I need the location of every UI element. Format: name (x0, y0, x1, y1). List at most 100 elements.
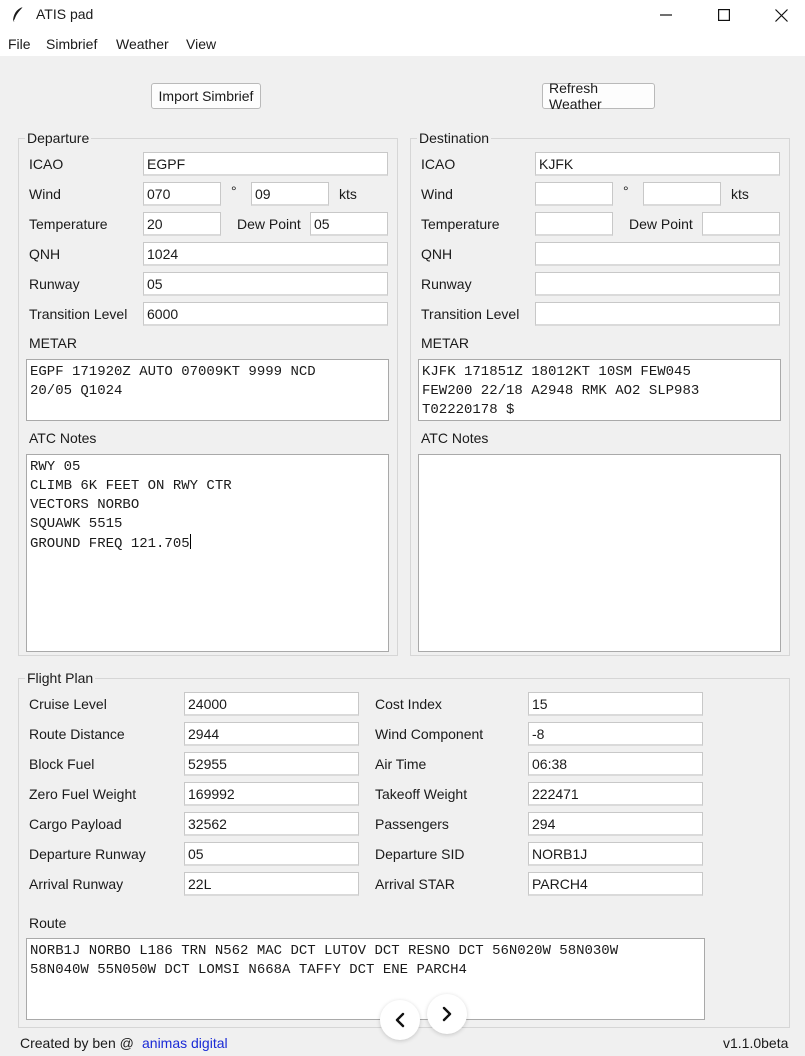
flight-plan-field[interactable]: 222471 (528, 782, 703, 806)
flight-plan-field[interactable]: 169992 (184, 782, 359, 806)
flight-plan-field[interactable]: 22L (184, 872, 359, 896)
destination-transition-level-field[interactable] (535, 302, 780, 326)
minimize-icon (660, 14, 672, 16)
flight-plan-field[interactable]: 15 (528, 692, 703, 716)
destination-kts-label: kts (731, 186, 749, 202)
flight-plan-label: Route Distance (29, 726, 125, 742)
departure-temperature-label: Temperature (29, 216, 108, 232)
departure-wind-speed-field[interactable]: 09 (251, 182, 329, 206)
destination-title: Destination (417, 130, 492, 146)
flight-plan-field[interactable]: 52955 (184, 752, 359, 776)
route-label: Route (29, 915, 67, 931)
destination-runway-label: Runway (421, 276, 472, 292)
maximize-icon (718, 9, 730, 21)
departure-qnh-field[interactable]: 1024 (143, 242, 388, 266)
close-button[interactable] (758, 0, 804, 30)
flight-plan-field[interactable]: -8 (528, 722, 703, 746)
departure-icao-field[interactable]: EGPF (143, 152, 388, 176)
departure-wind-direction-field[interactable]: 070 (143, 182, 221, 206)
destination-temperature-label: Temperature (421, 216, 500, 232)
destination-metar-textbox[interactable]: KJFK 171851Z 18012KT 10SM FEW045 FEW200 … (418, 359, 781, 421)
close-icon (774, 8, 788, 22)
flight-plan-field[interactable]: 32562 (184, 812, 359, 836)
flight-plan-label: Block Fuel (29, 756, 95, 772)
flight-plan-field[interactable]: NORB1J (528, 842, 703, 866)
flight-plan-label: Cruise Level (29, 696, 107, 712)
flight-plan-label: Departure Runway (29, 846, 146, 862)
destination-metar-label: METAR (421, 335, 469, 351)
departure-temperature-field[interactable]: 20 (143, 212, 221, 236)
destination-wind-direction-field[interactable] (535, 182, 613, 206)
flight-plan-label: Passengers (375, 816, 449, 832)
departure-atc-notes-label: ATC Notes (29, 430, 97, 446)
departure-icao-label: ICAO (29, 156, 64, 172)
flight-plan-label: Arrival STAR (375, 876, 455, 892)
flight-plan-label: Arrival Runway (29, 876, 124, 892)
destination-runway-field[interactable] (535, 272, 780, 296)
departure-transition-level-field[interactable]: 6000 (143, 302, 388, 326)
departure-title: Departure (25, 130, 92, 146)
departure-atc-notes-textbox[interactable]: RWY 05 CLIMB 6K FEET ON RWY CTR VECTORS … (26, 454, 389, 652)
flight-plan-label: Cargo Payload (29, 816, 122, 832)
flight-plan-label: Air Time (375, 756, 427, 772)
departure-dew-point-label: Dew Point (237, 216, 301, 232)
flight-plan-label: Departure SID (375, 846, 465, 862)
flight-plan-field[interactable]: PARCH4 (528, 872, 703, 896)
chevron-left-icon (395, 1012, 405, 1028)
departure-dew-point-field[interactable]: 05 (310, 212, 388, 236)
flight-plan-label: Zero Fuel Weight (29, 786, 137, 802)
departure-qnh-label: QNH (29, 246, 61, 262)
flight-plan-label: Wind Component (375, 726, 484, 742)
flight-plan-label: Takeoff Weight (375, 786, 468, 802)
flight-plan-field[interactable]: 24000 (184, 692, 359, 716)
title-bar: ATIS pad (0, 0, 805, 30)
menu-simbrief[interactable]: Simbrief (46, 36, 97, 52)
destination-dew-point-label: Dew Point (629, 216, 693, 232)
destination-qnh-label: QNH (421, 246, 453, 262)
text-caret (189, 534, 191, 549)
next-button[interactable] (427, 994, 467, 1034)
flight-plan-field[interactable]: 2944 (184, 722, 359, 746)
maximize-button[interactable] (701, 0, 747, 30)
departure-kts-label: kts (339, 186, 357, 202)
chevron-right-icon (442, 1006, 452, 1022)
destination-degree-label: ° (623, 183, 629, 199)
departure-metar-textbox[interactable]: EGPF 171920Z AUTO 07009KT 9999 NCD 20/05… (26, 359, 389, 421)
footer-link[interactable]: animas digital (142, 1035, 228, 1051)
destination-wind-label: Wind (421, 186, 453, 202)
flight-plan-title: Flight Plan (25, 670, 96, 686)
destination-icao-field[interactable]: KJFK (535, 152, 780, 176)
destination-temperature-field[interactable] (535, 212, 613, 236)
departure-runway-label: Runway (29, 276, 80, 292)
menu-file[interactable]: File (8, 36, 31, 52)
destination-dew-point-field[interactable] (702, 212, 780, 236)
departure-runway-field[interactable]: 05 (143, 272, 388, 296)
departure-transition-level-label: Transition Level (29, 306, 128, 322)
feather-icon (12, 6, 24, 23)
minimize-button[interactable] (643, 0, 689, 30)
destination-qnh-field[interactable] (535, 242, 780, 266)
destination-atc-notes-label: ATC Notes (421, 430, 489, 446)
menu-bar: File Simbrief Weather View (0, 30, 805, 56)
window-title: ATIS pad (36, 6, 94, 22)
departure-degree-label: ° (231, 183, 237, 199)
footer-credit: Created by ben @ (20, 1035, 134, 1051)
flight-plan-field[interactable]: 294 (528, 812, 703, 836)
flight-plan-field[interactable]: 06:38 (528, 752, 703, 776)
flight-plan-label: Cost Index (375, 696, 442, 712)
departure-wind-label: Wind (29, 186, 61, 202)
departure-atc-notes-text: RWY 05 CLIMB 6K FEET ON RWY CTR VECTORS … (30, 459, 232, 552)
departure-metar-label: METAR (29, 335, 77, 351)
destination-atc-notes-textbox[interactable] (418, 454, 781, 652)
menu-view[interactable]: View (186, 36, 216, 52)
destination-wind-speed-field[interactable] (643, 182, 721, 206)
flight-plan-field[interactable]: 05 (184, 842, 359, 866)
destination-icao-label: ICAO (421, 156, 456, 172)
refresh-weather-button[interactable]: Refresh Weather (542, 80, 655, 112)
route-textbox[interactable]: NORB1J NORBO L186 TRN N562 MAC DCT LUTOV… (26, 938, 705, 1020)
previous-button[interactable] (380, 1000, 420, 1040)
import-simbrief-button[interactable]: Import Simbrief (151, 83, 261, 109)
menu-weather[interactable]: Weather (116, 36, 169, 52)
version-label: v1.1.0beta (723, 1035, 789, 1051)
destination-transition-level-label: Transition Level (421, 306, 520, 322)
